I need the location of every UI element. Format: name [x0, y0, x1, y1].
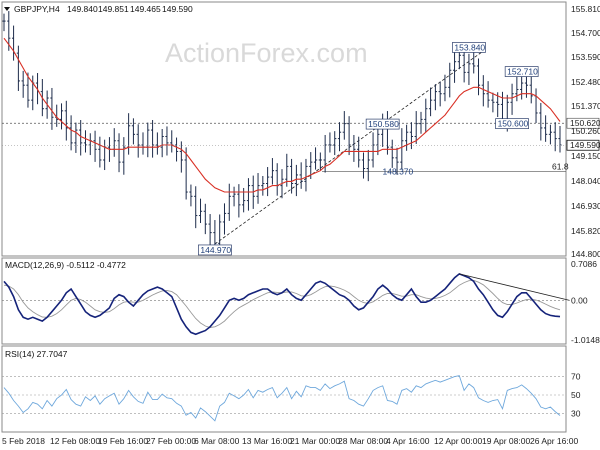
macd-tick-label: -1.0148	[571, 335, 600, 345]
x-tick-label: 5 Feb 2018	[2, 436, 45, 446]
price-tick-label: 146.930	[571, 201, 600, 211]
fibonacci-level-label: 61.8	[552, 161, 569, 171]
x-tick-label: 28 Mar 08:00	[338, 436, 388, 446]
price-tick-label: 145.820	[571, 226, 600, 236]
level-label: 148.370	[383, 166, 414, 176]
chart-container: ActionForex.com GBPJPY,H4 149.840 149.85…	[0, 0, 600, 450]
level-label: 152.710	[507, 67, 538, 77]
level-label: 144.970	[200, 245, 231, 255]
reference-level-tag-label: 150.620	[570, 118, 600, 128]
symbol-label: GBPJPY,H4	[14, 4, 60, 14]
x-tick-label: 19 Feb 16:00	[98, 436, 148, 446]
x-tick-label: 4 Apr 16:00	[386, 436, 430, 446]
rsi-tick-label: 70	[571, 372, 581, 382]
price-tick-label: 152.480	[571, 77, 600, 87]
level-label: 150.580	[368, 119, 399, 129]
watermark: ActionForex.com	[165, 38, 368, 68]
x-tick-label: 12 Feb 08:00	[50, 436, 100, 446]
price-yaxis: 155.810 154.700 153.590 152.480 151.370 …	[571, 4, 600, 259]
rsi-tick-label: 30	[571, 408, 581, 418]
level-label: 150.600	[498, 119, 529, 129]
gbpjpy-chart: ActionForex.com GBPJPY,H4 149.840 149.85…	[1, 1, 600, 446]
price-tick-label: 144.800	[571, 249, 600, 259]
x-tick-label: 27 Feb 00:00	[146, 436, 196, 446]
macd-panel-frame	[1, 257, 567, 345]
ohlc-low: 149.465	[130, 4, 161, 14]
current-price-tag-label: 149.590	[570, 140, 600, 150]
level-label: 153.840	[454, 42, 485, 52]
x-tick-label: 12 Apr 00:00	[434, 436, 482, 446]
rsi-label: RSI(14) 27.7047	[5, 349, 68, 359]
rsi-panel-frame	[1, 345, 567, 433]
price-tick-label: 155.810	[571, 4, 600, 14]
price-tick-label: 153.590	[571, 52, 600, 62]
price-tick-label: 149.150	[571, 151, 600, 161]
x-tick-label: 26 Apr 16:00	[530, 436, 578, 446]
rsi-tick-label: 50	[571, 390, 581, 400]
ohlc-open: 149.840	[67, 4, 98, 14]
ohlc-close: 149.590	[162, 4, 193, 14]
x-tick-label: 21 Mar 00:00	[290, 436, 340, 446]
price-tick-label: 148.040	[571, 176, 600, 186]
x-tick-label: 19 Apr 08:00	[482, 436, 530, 446]
chart-header: GBPJPY,H4 149.840 149.851 149.465 149.59…	[4, 4, 193, 14]
x-axis: 5 Feb 2018 12 Feb 08:00 19 Feb 16:00 27 …	[2, 436, 578, 446]
x-tick-label: 6 Mar 08:00	[194, 436, 240, 446]
x-tick-label: 13 Mar 16:00	[242, 436, 292, 446]
macd-tick-label: 0.7086	[571, 259, 597, 269]
price-tick-label: 154.700	[571, 28, 600, 38]
macd-tick-label: 0.00	[571, 295, 588, 305]
price-tick-label: 151.370	[571, 101, 600, 111]
ohlc-high: 149.851	[98, 4, 129, 14]
macd-label: MACD(12,26,9) -0.5112 -0.4772	[5, 260, 126, 270]
